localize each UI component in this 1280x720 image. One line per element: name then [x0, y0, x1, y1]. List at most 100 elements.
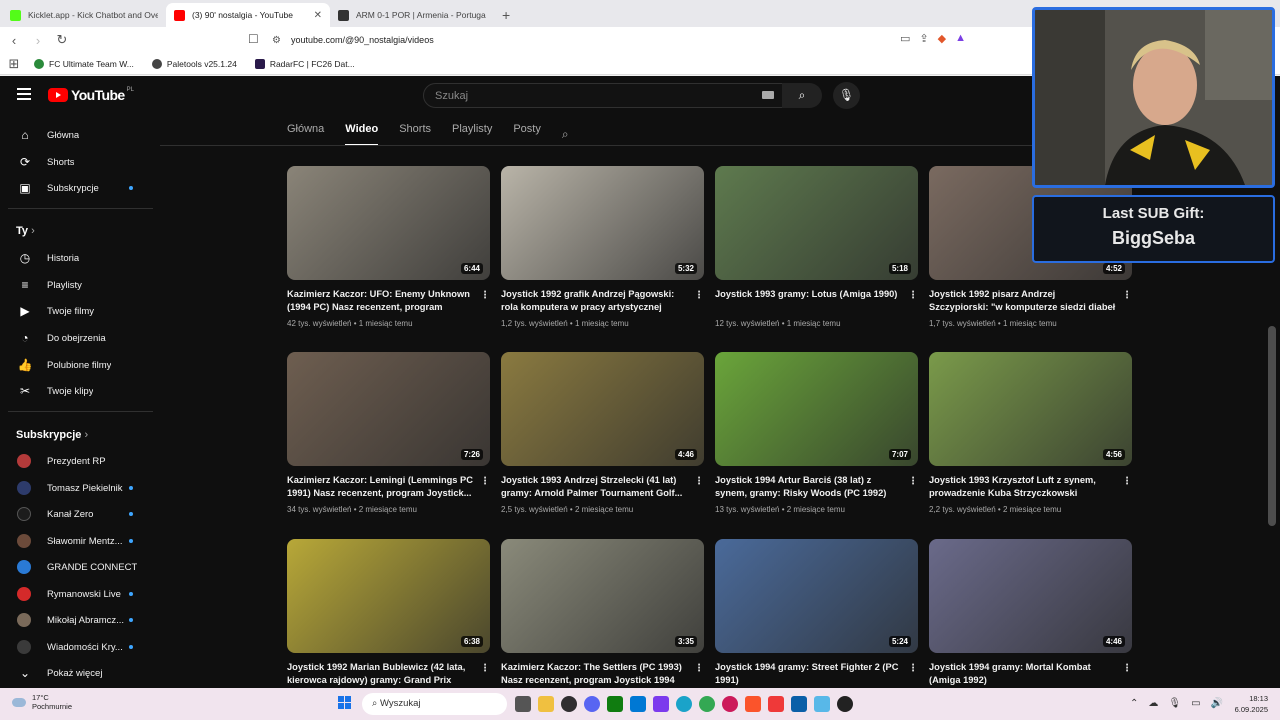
more-actions-icon[interactable]: ⋮ — [1122, 476, 1132, 487]
share-icon[interactable]: ⇪ — [919, 32, 928, 45]
mic-tray-icon[interactable]: 🎙 — [1168, 698, 1181, 709]
reload-icon[interactable]: ↻ — [52, 32, 72, 48]
subscription-channel[interactable]: Wiadomości Kry... — [0, 634, 155, 660]
clock[interactable]: 18:13 6.09.2025 — [1232, 693, 1268, 715]
sidebar-item-shorts[interactable]: ⟳ Shorts — [0, 149, 155, 175]
edge-icon[interactable] — [676, 696, 692, 712]
video-thumbnail[interactable]: 7:26 — [287, 352, 490, 466]
vscode-icon[interactable] — [630, 696, 646, 712]
subscription-channel[interactable]: Kanał Zero — [0, 501, 155, 527]
channel-search-icon[interactable]: ⌕ — [562, 127, 569, 142]
subscription-channel[interactable]: Mikołaj Abramcz... — [0, 607, 155, 633]
sidebar-item-your-videos[interactable]: ▶ Twoje filmy — [0, 298, 155, 324]
chrome-icon[interactable] — [699, 696, 715, 712]
video-card[interactable]: 5:24 Joystick 1994 gramy: Street Fighter … — [715, 539, 918, 709]
weather-app-icon[interactable] — [814, 696, 830, 712]
subscription-channel[interactable]: Rymanowski Live — [0, 581, 155, 607]
video-card[interactable]: 7:26 Kazimierz Kaczor: Lemingi (Lemmings … — [287, 352, 490, 522]
subscription-channel[interactable]: Tomasz Piekielnik — [0, 475, 155, 501]
new-tab-icon[interactable]: + — [494, 3, 518, 27]
youtube-logo[interactable]: YouTube PL — [48, 87, 134, 103]
video-title[interactable]: Joystick 1993 gramy: Lotus (Amiga 1990) — [715, 288, 903, 301]
windows-start-icon[interactable] — [338, 696, 352, 710]
show-more-button[interactable]: ⌄ Pokaż więcej — [0, 660, 155, 686]
app-icon[interactable] — [653, 696, 669, 712]
subscription-channel[interactable]: GRANDE CONNECT... — [0, 554, 155, 580]
back-icon[interactable]: ‹ — [4, 33, 24, 48]
more-actions-icon[interactable]: ⋮ — [480, 476, 490, 487]
search-input[interactable]: Szukaj — [423, 83, 783, 108]
menu-icon[interactable] — [17, 88, 31, 100]
file-explorer-icon[interactable] — [538, 696, 554, 712]
scrollbar[interactable] — [1268, 326, 1276, 526]
video-title[interactable]: Joystick 1993 Andrzej Strzelecki (41 lat… — [501, 474, 689, 500]
brave-icon[interactable] — [745, 696, 761, 712]
more-actions-icon[interactable]: ⋮ — [480, 663, 490, 674]
browser-tab-armenia[interactable]: ARM 0-1 POR | Armenia - Portugalia — [330, 3, 494, 27]
photos-icon[interactable] — [791, 696, 807, 712]
sidebar-item-playlists[interactable]: ≡ Playlisty — [0, 272, 155, 298]
video-title[interactable]: Kazimierz Kaczor: Lemingi (Lemmings PC 1… — [287, 474, 475, 500]
video-title[interactable]: Joystick 1993 Krzysztof Luft z synem, pr… — [929, 474, 1117, 500]
more-actions-icon[interactable]: ⋮ — [1122, 663, 1132, 674]
more-actions-icon[interactable]: ⋮ — [908, 663, 918, 674]
voice-search-button[interactable]: 🎙 — [833, 82, 860, 109]
display-icon[interactable]: ▭ — [1191, 698, 1200, 709]
subscription-channel[interactable]: Prezydent RP — [0, 448, 155, 474]
video-thumbnail[interactable]: 5:18 — [715, 166, 918, 280]
video-thumbnail[interactable]: 3:35 — [501, 539, 704, 653]
you-header[interactable]: Ty › — [16, 225, 35, 237]
github-icon[interactable] — [837, 696, 853, 712]
more-actions-icon[interactable]: ⋮ — [694, 476, 704, 487]
sidebar-item-watch-later[interactable]: ◔ Do obejrzenia — [0, 325, 155, 351]
subscription-channel[interactable]: Sławomir Mentz... — [0, 528, 155, 554]
video-title[interactable]: Kazimierz Kaczor: The Settlers (PC 1993)… — [501, 661, 689, 687]
sidebar-item-home[interactable]: ⌂ Główna — [0, 122, 155, 148]
site-info-icon[interactable]: ⚙ — [272, 35, 281, 46]
video-thumbnail[interactable]: 4:56 — [929, 352, 1132, 466]
subscriptions-header[interactable]: Subskrypcje › — [16, 429, 88, 441]
video-card[interactable]: 4:56 Joystick 1993 Krzysztof Luft z synem… — [929, 352, 1132, 522]
search-button[interactable]: ⌕ — [782, 83, 822, 108]
forward-icon[interactable]: › — [28, 33, 48, 48]
video-card[interactable]: 3:35 Kazimierz Kaczor: The Settlers (PC 1… — [501, 539, 704, 709]
address-bar[interactable]: ⚙ youtube.com/@90_nostalgia/videos — [272, 31, 992, 49]
video-card[interactable]: 6:44 Kazimierz Kaczor: UFO: Enemy Unknown… — [287, 166, 490, 336]
video-card[interactable]: 4:46 Joystick 1994 gramy: Mortal Kombat (… — [929, 539, 1132, 709]
video-thumbnail[interactable]: 5:32 — [501, 166, 704, 280]
video-card[interactable]: 5:32 Joystick 1992 grafik Andrzej Pągowsk… — [501, 166, 704, 336]
chevron-up-icon[interactable]: ⌃ — [1130, 698, 1138, 709]
bookmark-icon[interactable]: ☐ — [248, 32, 259, 46]
video-card[interactable]: 6:38 Joystick 1992 Marian Bublewicz (42 l… — [287, 539, 490, 709]
sidebar-item-history[interactable]: ◷ Historia — [0, 245, 155, 271]
more-actions-icon[interactable]: ⋮ — [694, 290, 704, 301]
apps-grid-icon[interactable]: ⊞ — [4, 56, 24, 72]
bookmark-paletools[interactable]: Paletools v25.1.24 — [151, 58, 237, 69]
sidebar-item-subscriptions[interactable]: ▣ Subskrypcje — [0, 175, 155, 201]
more-actions-icon[interactable]: ⋮ — [908, 476, 918, 487]
install-icon[interactable]: ▭ — [900, 32, 910, 45]
bookmark-fc-ultimate[interactable]: FC Ultimate Team W... — [34, 58, 134, 69]
tab-shorts[interactable]: Shorts — [399, 123, 431, 145]
more-actions-icon[interactable]: ⋮ — [908, 290, 918, 301]
video-card[interactable]: 4:46 Joystick 1993 Andrzej Strzelecki (41… — [501, 352, 704, 522]
bookmark-radarfc[interactable]: RadarFC | FC26 Dat... — [254, 58, 355, 69]
video-card[interactable]: 7:07 Joystick 1994 Artur Barciś (38 lat) … — [715, 352, 918, 522]
video-title[interactable]: Kazimierz Kaczor: UFO: Enemy Unknown (19… — [287, 288, 475, 314]
keyboard-icon[interactable] — [762, 91, 774, 99]
tab-home[interactable]: Główna — [287, 123, 324, 145]
video-card[interactable]: 5:18 Joystick 1993 gramy: Lotus (Amiga 19… — [715, 166, 918, 336]
browser-tab-youtube[interactable]: (3) 90' nostalgia - YouTube ✕ — [166, 3, 330, 27]
tab-posts[interactable]: Posty — [513, 123, 541, 145]
taskbar-search[interactable]: ⌕ Wyszukaj — [362, 693, 507, 715]
opera-icon[interactable] — [722, 696, 738, 712]
more-actions-icon[interactable]: ⋮ — [1122, 290, 1132, 301]
video-title[interactable]: Joystick 1994 gramy: Mortal Kombat (Amig… — [929, 661, 1117, 687]
more-actions-icon[interactable]: ⋮ — [694, 663, 704, 674]
video-thumbnail[interactable]: 6:44 — [287, 166, 490, 280]
tab-playlists[interactable]: Playlisty — [452, 123, 492, 145]
video-thumbnail[interactable]: 5:24 — [715, 539, 918, 653]
cloud-sync-icon[interactable]: ☁ — [1148, 698, 1158, 709]
video-title[interactable]: Joystick 1992 Marian Bublewicz (42 lata,… — [287, 661, 475, 687]
brave-rewards-icon[interactable]: ▲ — [955, 32, 966, 45]
